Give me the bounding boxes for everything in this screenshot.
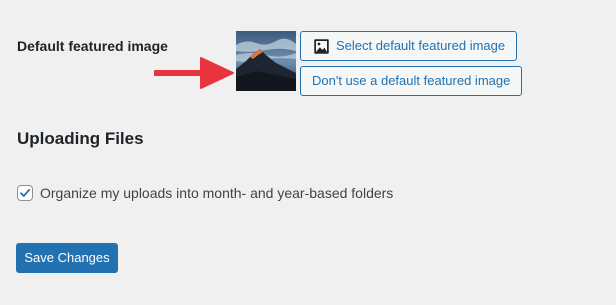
organize-uploads-checkbox[interactable] [17,185,33,201]
no-default-featured-image-button[interactable]: Don't use a default featured image [300,66,522,96]
red-arrow-icon [154,57,234,89]
select-default-featured-image-label: Select default featured image [336,38,506,53]
organize-uploads-label: Organize my uploads into month- and year… [40,185,394,201]
no-default-featured-image-label: Don't use a default featured image [312,73,511,88]
media-image-icon [314,38,329,54]
checkmark-icon [20,188,31,197]
save-changes-button[interactable]: Save Changes [16,243,118,273]
organize-uploads-option[interactable]: Organize my uploads into month- and year… [17,184,393,202]
uploading-files-heading: Uploading Files [17,129,144,148]
default-featured-image-label: Default featured image [17,38,168,54]
select-default-featured-image-button[interactable]: Select default featured image [300,31,517,61]
featured-image-thumbnail[interactable] [236,31,296,91]
